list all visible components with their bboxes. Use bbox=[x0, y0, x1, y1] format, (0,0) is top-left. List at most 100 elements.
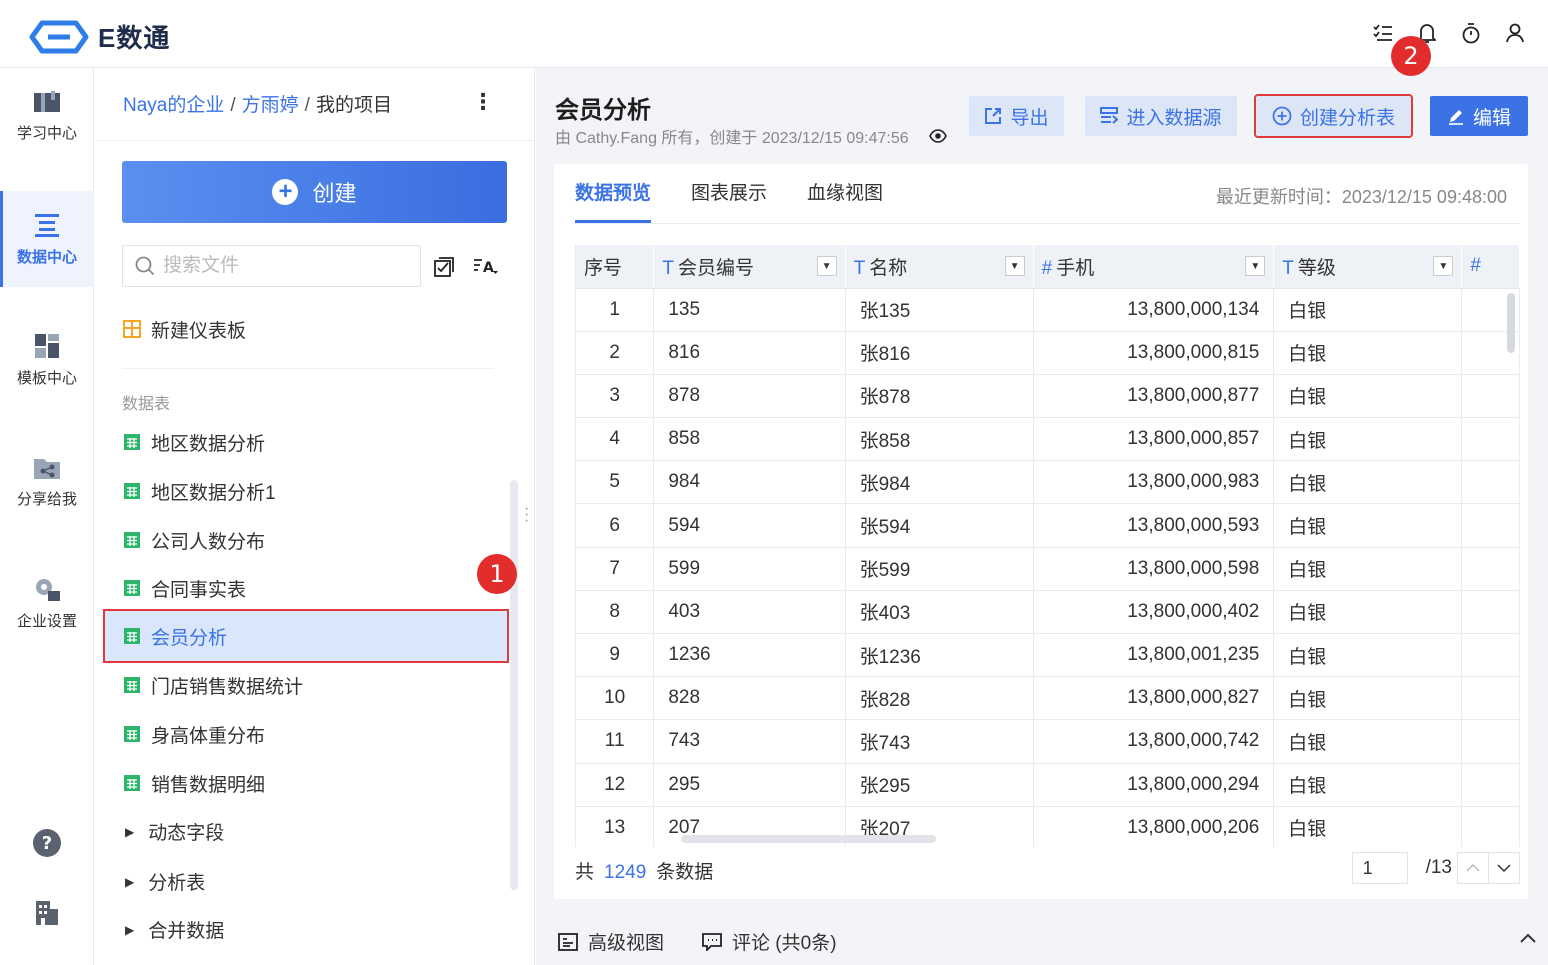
create-analysis-button[interactable]: 创建分析表 bbox=[1254, 94, 1413, 138]
table-cell: 13,800,000,134 bbox=[1033, 288, 1275, 332]
collapse-up-icon[interactable] bbox=[1520, 930, 1536, 948]
rail-item-shared[interactable]: 分享给我 bbox=[0, 434, 94, 530]
table-item[interactable]: 身高体重分布 bbox=[105, 709, 507, 759]
tab-chart-view[interactable]: 图表展示 bbox=[691, 164, 767, 223]
advanced-view-button[interactable]: 高级视图 bbox=[558, 928, 664, 955]
column-header[interactable]: T 会员编号 ▼ bbox=[653, 245, 846, 289]
page-title: 会员分析 bbox=[555, 97, 651, 124]
rail-item-label: 模板中心 bbox=[16, 369, 77, 387]
new-dashboard-item[interactable]: 新建仪表板 bbox=[105, 304, 507, 354]
table-item-label: 地区数据分析1 bbox=[151, 482, 276, 504]
table-item-label: 销售数据明细 bbox=[151, 774, 266, 796]
table-row[interactable]: 12 295 张295 13,800,000,294 白银 bbox=[576, 763, 1520, 807]
edit-button[interactable]: 编辑 bbox=[1430, 96, 1528, 136]
table-cell: 743 bbox=[653, 719, 846, 764]
data-table: 序号 T 会员编号 ▼ T 名称 ▼ # 手机 ▼ T 等级 ▼ # 1 135 张135 13,80… bbox=[576, 245, 1520, 847]
table-row[interactable]: 7 599 张599 13,800,000,598 白银 bbox=[576, 547, 1520, 591]
chevron-down-icon bbox=[1497, 864, 1511, 872]
column-header[interactable]: T 名称 ▼ bbox=[845, 245, 1034, 289]
task-list-icon[interactable] bbox=[1372, 20, 1394, 46]
column-dropdown-icon[interactable]: ▼ bbox=[816, 256, 837, 277]
tab-lineage-view[interactable]: 血缘视图 bbox=[807, 164, 883, 223]
table-row[interactable]: 9 1236 张1236 13,800,001,235 白银 bbox=[576, 633, 1520, 678]
table-item[interactable]: 门店销售数据统计 bbox=[105, 660, 507, 710]
search-input[interactable] bbox=[163, 255, 403, 277]
page-input[interactable] bbox=[1351, 852, 1408, 884]
number-type-icon: # bbox=[1041, 257, 1053, 279]
table-row[interactable]: 6 594 张594 13,800,000,593 白银 bbox=[576, 503, 1520, 548]
export-button[interactable]: 导出 bbox=[969, 96, 1064, 136]
more-options-icon[interactable]: ⋮ bbox=[472, 90, 494, 114]
column-header[interactable]: # bbox=[1461, 245, 1520, 289]
logo-text: E数通 bbox=[98, 23, 171, 53]
table-row[interactable]: 10 828 张828 13,800,000,827 白银 bbox=[576, 676, 1520, 721]
table-cell: 828 bbox=[653, 676, 846, 721]
rail-item-settings[interactable]: 企业设置 bbox=[0, 555, 94, 651]
resize-handle[interactable]: · · · bbox=[524, 501, 529, 529]
table-row[interactable]: 11 743 张743 13,800,000,742 白银 bbox=[576, 719, 1520, 764]
table-row[interactable]: 1 135 张135 13,800,000,134 白银 bbox=[576, 288, 1520, 332]
breadcrumb-sep: / bbox=[230, 95, 236, 116]
column-dropdown-icon[interactable]: ▼ bbox=[1245, 256, 1266, 277]
grid-scrollbar-vertical[interactable] bbox=[1507, 293, 1515, 353]
table-cell: 白银 bbox=[1273, 676, 1463, 721]
rail-item-templates[interactable]: 模板中心 bbox=[0, 312, 94, 408]
rail-item-data-center[interactable]: 数据中心 bbox=[0, 191, 94, 287]
list-icon bbox=[35, 213, 59, 237]
column-name: 会员编号 bbox=[677, 257, 754, 279]
folder-item[interactable]: ▶ 动态字段 bbox=[125, 818, 224, 845]
create-button[interactable]: + 创建 bbox=[122, 161, 507, 223]
main-content: 会员分析 由 Cathy.Fang 所有，创建于 2023/12/15 09:4… bbox=[536, 36, 1548, 965]
table-item-selected[interactable]: 会员分析 bbox=[103, 609, 509, 663]
table-item-label: 会员分析 bbox=[151, 627, 228, 649]
table-cell: 13,800,000,857 bbox=[1033, 417, 1275, 462]
export-label: 导出 bbox=[1010, 107, 1049, 129]
edit-icon bbox=[1447, 107, 1465, 125]
table-row[interactable]: 8 403 张403 13,800,000,402 白银 bbox=[576, 590, 1520, 635]
help-icon[interactable]: ? bbox=[32, 828, 62, 858]
column-header: 序号 bbox=[576, 245, 655, 289]
page-down-button[interactable] bbox=[1488, 852, 1520, 884]
eye-icon[interactable] bbox=[928, 129, 947, 143]
share-icon bbox=[34, 458, 60, 479]
rail-item-label: 企业设置 bbox=[16, 612, 77, 630]
user-icon[interactable] bbox=[1504, 20, 1526, 46]
column-dropdown-icon[interactable]: ▼ bbox=[1004, 256, 1025, 277]
sort-icon[interactable]: A bbox=[473, 254, 499, 280]
rail-item-learning[interactable]: 学习中心 bbox=[0, 68, 94, 164]
table-row[interactable]: 3 878 张878 13,800,000,877 白银 bbox=[576, 374, 1520, 419]
table-row[interactable]: 2 816 张816 13,800,000,815 白银 bbox=[576, 331, 1520, 375]
table-cell bbox=[1461, 763, 1520, 807]
step-badge-1: 1 bbox=[477, 554, 517, 594]
comments-button[interactable]: 评论 (共0条) bbox=[702, 928, 837, 955]
top-bar: E数通 bbox=[0, 0, 1548, 68]
breadcrumb-org[interactable]: Naya的企业 bbox=[123, 95, 224, 116]
folder-item[interactable]: ▶ 分析表 bbox=[125, 868, 205, 895]
breadcrumb: Naya的企业 / 方雨婷 / 我的项目 bbox=[123, 90, 392, 117]
table-item[interactable]: 销售数据明细 bbox=[105, 758, 507, 808]
building-icon[interactable] bbox=[32, 898, 62, 928]
table-item[interactable]: 公司人数分布 bbox=[105, 515, 507, 565]
table-item[interactable]: 地区数据分析 bbox=[105, 417, 507, 467]
table-item[interactable]: 合同事实表 bbox=[105, 563, 507, 613]
batch-select-icon[interactable] bbox=[431, 254, 457, 280]
tab-data-preview[interactable]: 数据预览 bbox=[575, 164, 652, 223]
table-cell bbox=[1461, 374, 1520, 419]
folder-item[interactable]: ▶ 合并数据 bbox=[125, 916, 224, 943]
enter-datasource-button[interactable]: 进入数据源 bbox=[1085, 96, 1237, 136]
grid-scrollbar-horizontal[interactable] bbox=[681, 835, 936, 843]
column-name: 序号 bbox=[584, 257, 623, 279]
edit-label: 编辑 bbox=[1472, 107, 1511, 129]
panel-scrollbar[interactable] bbox=[510, 480, 518, 890]
app-logo[interactable]: E数通 bbox=[28, 18, 170, 55]
table-item[interactable]: 地区数据分析1 bbox=[105, 466, 507, 516]
column-dropdown-icon[interactable]: ▼ bbox=[1433, 256, 1454, 277]
timer-icon[interactable] bbox=[1460, 20, 1482, 46]
table-row[interactable]: 4 858 张858 13,800,000,857 白银 bbox=[576, 417, 1520, 462]
column-header[interactable]: T 等级 ▼ bbox=[1273, 245, 1463, 289]
column-header[interactable]: # 手机 ▼ bbox=[1033, 245, 1275, 289]
page-up-button[interactable] bbox=[1457, 852, 1489, 884]
owner-info: 由 Cathy.Fang 所有，创建于 2023/12/15 09:47:56 bbox=[555, 130, 909, 147]
table-row[interactable]: 5 984 张984 13,800,000,983 白银 bbox=[576, 460, 1520, 505]
breadcrumb-user[interactable]: 方雨婷 bbox=[242, 95, 299, 116]
